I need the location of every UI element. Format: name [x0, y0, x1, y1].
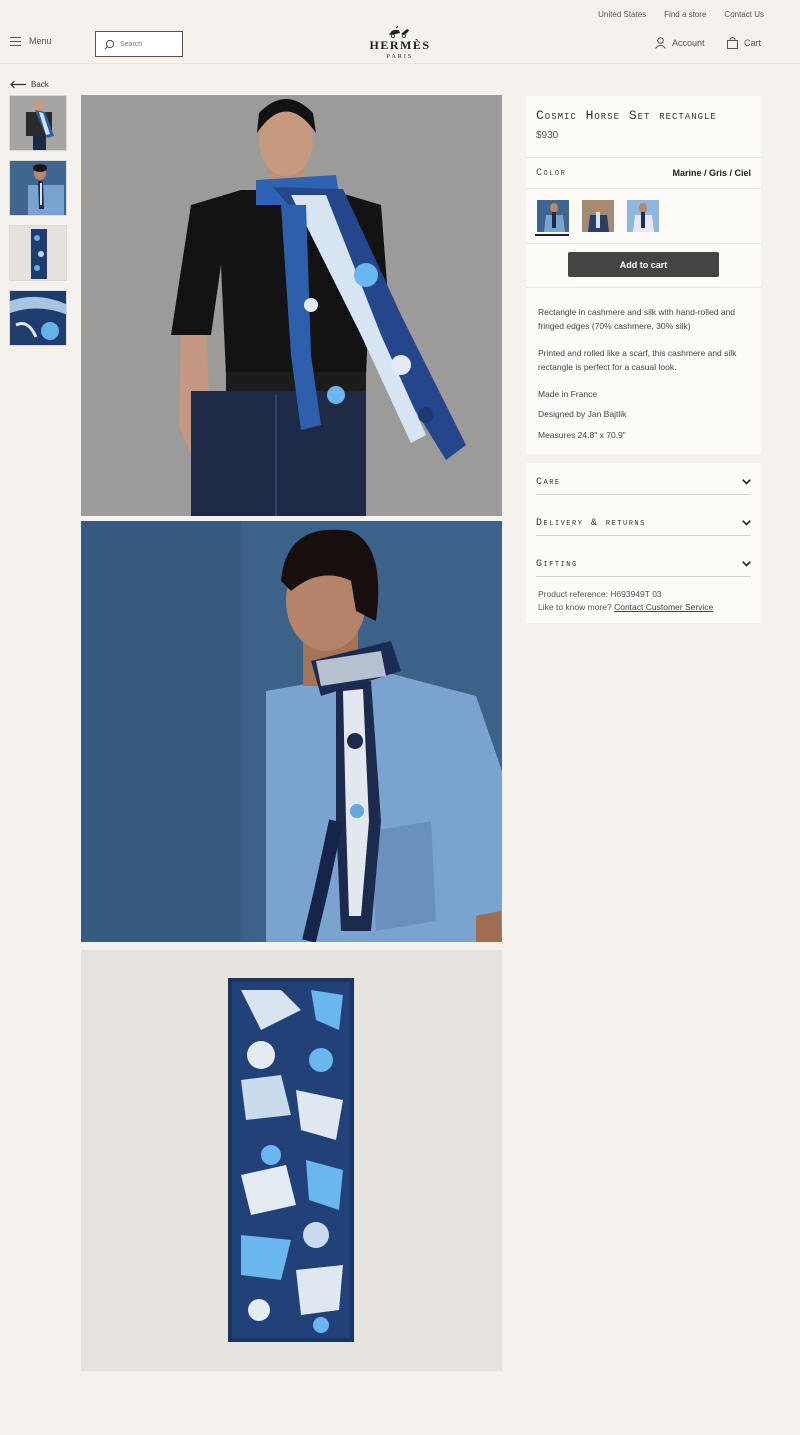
customer-service-prompt: Like to know more? Contact Customer Serv…: [538, 602, 713, 612]
hamburger-icon: [10, 36, 21, 46]
search-icon: [104, 39, 115, 50]
divider: [526, 287, 761, 288]
search-field[interactable]: [95, 31, 183, 57]
description-material: Rectangle in cashmere and silk with hand…: [538, 307, 736, 331]
divider: [526, 157, 761, 158]
thumbnail-man-model[interactable]: [9, 160, 67, 216]
menu-button[interactable]: Menu: [10, 36, 52, 46]
back-link[interactable]: Back: [10, 80, 49, 89]
chevron-down-icon: [742, 520, 751, 526]
carriage-logo-icon: [389, 26, 409, 38]
color-swatch-alt-1[interactable]: [582, 200, 614, 232]
product-image-flat-scarf[interactable]: [81, 950, 502, 1371]
cart-button[interactable]: Cart: [727, 37, 761, 49]
selected-swatch-indicator: [535, 234, 569, 236]
product-title: Cosmic Horse Set rectangle: [536, 108, 717, 123]
description-usage: Printed and rolled like a scarf, this ca…: [538, 348, 737, 372]
search-input[interactable]: [120, 40, 180, 48]
thumbnail-woman-model[interactable]: [9, 95, 67, 151]
product-details-accordion: Care Delivery & returns Gifting Product …: [526, 463, 761, 623]
thumbnail-gallery: [9, 95, 67, 355]
contact-us-link[interactable]: Contact Us: [724, 10, 764, 19]
divider: [526, 188, 761, 189]
thumbnail-scarf-detail[interactable]: [9, 290, 67, 346]
color-swatch-alt-2[interactable]: [627, 200, 659, 232]
site-header: Menu HERMÈS PARIS Account Cart: [0, 26, 800, 64]
brand-logo[interactable]: HERMÈS PARIS: [360, 26, 440, 60]
description-dimensions: Measures 24.8" x 70.9": [538, 430, 626, 440]
accordion-delivery-returns[interactable]: Delivery & returns: [536, 504, 751, 536]
cart-label: Cart: [744, 38, 762, 48]
accordion-care[interactable]: Care: [536, 463, 751, 495]
logo-subtitle: PARIS: [386, 54, 414, 60]
user-icon: [655, 37, 666, 49]
thumbnail-flat-scarf[interactable]: [9, 225, 67, 281]
chevron-down-icon: [742, 479, 751, 485]
delivery-returns-label: Delivery & returns: [536, 518, 646, 529]
shopping-bag-icon: [727, 37, 738, 49]
product-price: $930: [536, 130, 559, 141]
customer-service-prefix: Like to know more?: [538, 602, 615, 612]
arrow-left-icon: [10, 80, 26, 89]
utility-bar: United States Find a store Contact Us: [0, 0, 800, 28]
find-store-link[interactable]: Find a store: [664, 10, 706, 19]
product-info-panel: Cosmic Horse Set rectangle $930 Color Ma…: [526, 96, 761, 454]
gifting-label: Gifting: [536, 559, 578, 570]
accordion-gifting[interactable]: Gifting: [536, 545, 751, 577]
country-selector-link[interactable]: United States: [598, 10, 646, 19]
account-button[interactable]: Account: [655, 37, 705, 49]
back-label: Back: [31, 80, 49, 89]
logo-wordmark: HERMÈS: [369, 38, 431, 52]
care-label: Care: [536, 477, 561, 488]
color-swatch-selected[interactable]: [537, 200, 569, 232]
product-image-man-model[interactable]: [81, 521, 502, 942]
add-to-cart-button[interactable]: Add to cart: [568, 252, 719, 277]
color-label: Color: [536, 168, 567, 179]
contact-customer-service-link[interactable]: Contact Customer Service: [614, 602, 713, 612]
product-reference: Product reference: H693949T 03: [538, 589, 662, 599]
divider: [526, 243, 761, 244]
color-value: Marine / Gris / Ciel: [672, 168, 751, 178]
product-image-woman-model[interactable]: [81, 95, 502, 516]
chevron-down-icon: [742, 561, 751, 567]
description-origin: Made in France: [538, 389, 598, 399]
account-label: Account: [672, 38, 705, 48]
description-designer: Designed by Jan Bajtlik: [538, 409, 627, 419]
menu-label: Menu: [29, 36, 52, 46]
